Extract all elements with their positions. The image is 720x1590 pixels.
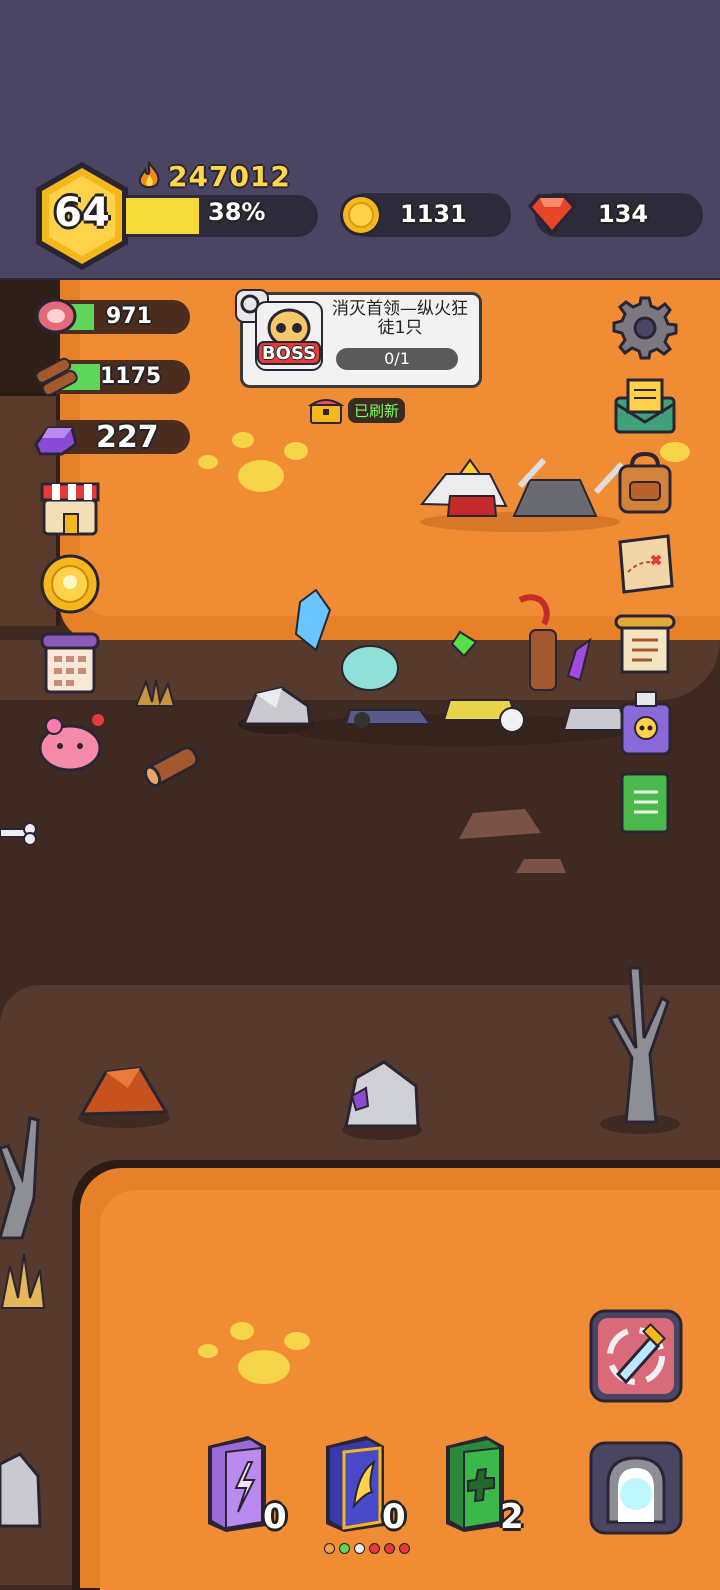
quest-progress: 0/1 bbox=[336, 348, 458, 370]
dead-shrub bbox=[0, 1253, 46, 1309]
page-dot bbox=[324, 1543, 335, 1554]
page-dot bbox=[384, 1543, 395, 1554]
calendar-icon[interactable] bbox=[38, 630, 102, 696]
refresh-label: 已刷新 bbox=[348, 397, 406, 423]
chest-refresh-tag[interactable]: 已刷新 bbox=[308, 396, 406, 424]
page-dot bbox=[369, 1543, 380, 1554]
gold-value: 1131 bbox=[400, 200, 467, 228]
mail-icon[interactable] bbox=[612, 374, 678, 436]
bone bbox=[0, 822, 37, 846]
crystal-ingot-icon bbox=[34, 426, 78, 456]
lava-bubble bbox=[284, 1332, 310, 1350]
treasure-map-icon[interactable] bbox=[612, 532, 678, 596]
pet-event-icon[interactable] bbox=[36, 710, 106, 774]
dead-tree bbox=[0, 1116, 40, 1240]
rank-medal-icon[interactable] bbox=[38, 552, 102, 616]
lava-bubble bbox=[230, 1322, 254, 1340]
page-dots bbox=[324, 1543, 410, 1554]
gear-icon[interactable] bbox=[612, 294, 678, 360]
dead-shrub bbox=[134, 679, 176, 707]
wood-log-icon bbox=[35, 357, 78, 397]
quest-scroll-icon[interactable] bbox=[612, 612, 678, 678]
wood-value: 1175 bbox=[100, 364, 162, 389]
shop-icon[interactable] bbox=[38, 476, 102, 538]
wing-book-count: 0 bbox=[382, 1497, 406, 1537]
stone-rock[interactable] bbox=[0, 1450, 44, 1532]
treasure-chest-icon bbox=[308, 399, 344, 424]
exp-bar-fill bbox=[126, 198, 199, 234]
power-value: 247012 bbox=[168, 159, 291, 193]
lightning-book-count: 0 bbox=[263, 1497, 287, 1537]
crystal-ore-rock[interactable] bbox=[340, 1058, 424, 1140]
lava-bubble bbox=[238, 1350, 290, 1384]
level-number: 64 bbox=[54, 190, 110, 236]
heal-book-count: 2 bbox=[500, 1497, 524, 1537]
lava-bubble bbox=[284, 442, 308, 460]
ground-patch bbox=[459, 809, 541, 839]
enemy-group[interactable] bbox=[410, 456, 640, 536]
guide-book-icon[interactable] bbox=[616, 770, 674, 836]
lava-bubble bbox=[198, 455, 218, 469]
meat-icon bbox=[35, 298, 77, 334]
lava-bubble bbox=[198, 1344, 218, 1358]
exp-percent: 38% bbox=[208, 198, 266, 226]
quest-title: 消灭首领—纵火狂徒1只 bbox=[332, 299, 468, 338]
wood-log[interactable] bbox=[140, 738, 204, 794]
power-display: 247012 bbox=[136, 158, 291, 194]
backpack-icon[interactable] bbox=[612, 452, 678, 518]
gold-coin-icon bbox=[340, 194, 382, 236]
page-dot bbox=[399, 1543, 410, 1554]
boss-badge-label: BOSS bbox=[261, 343, 317, 364]
ground-patch bbox=[516, 859, 566, 873]
flame-icon bbox=[138, 161, 160, 189]
page-dot bbox=[354, 1543, 365, 1554]
meat-value: 971 bbox=[106, 304, 152, 329]
copper-ore-rock[interactable] bbox=[76, 1062, 172, 1128]
lava-bubble bbox=[232, 432, 254, 448]
crystal-value: 227 bbox=[96, 420, 159, 455]
skull-potion-icon[interactable] bbox=[616, 688, 676, 758]
gem-value: 134 bbox=[598, 200, 649, 228]
auto-battle-button[interactable] bbox=[588, 1308, 684, 1404]
dead-tree bbox=[600, 966, 680, 1134]
page-dot bbox=[339, 1543, 350, 1554]
ruby-icon bbox=[528, 194, 576, 236]
wing-book-icon[interactable] bbox=[318, 1432, 392, 1536]
portal-button[interactable] bbox=[588, 1440, 684, 1536]
lava-bubble bbox=[238, 460, 284, 492]
